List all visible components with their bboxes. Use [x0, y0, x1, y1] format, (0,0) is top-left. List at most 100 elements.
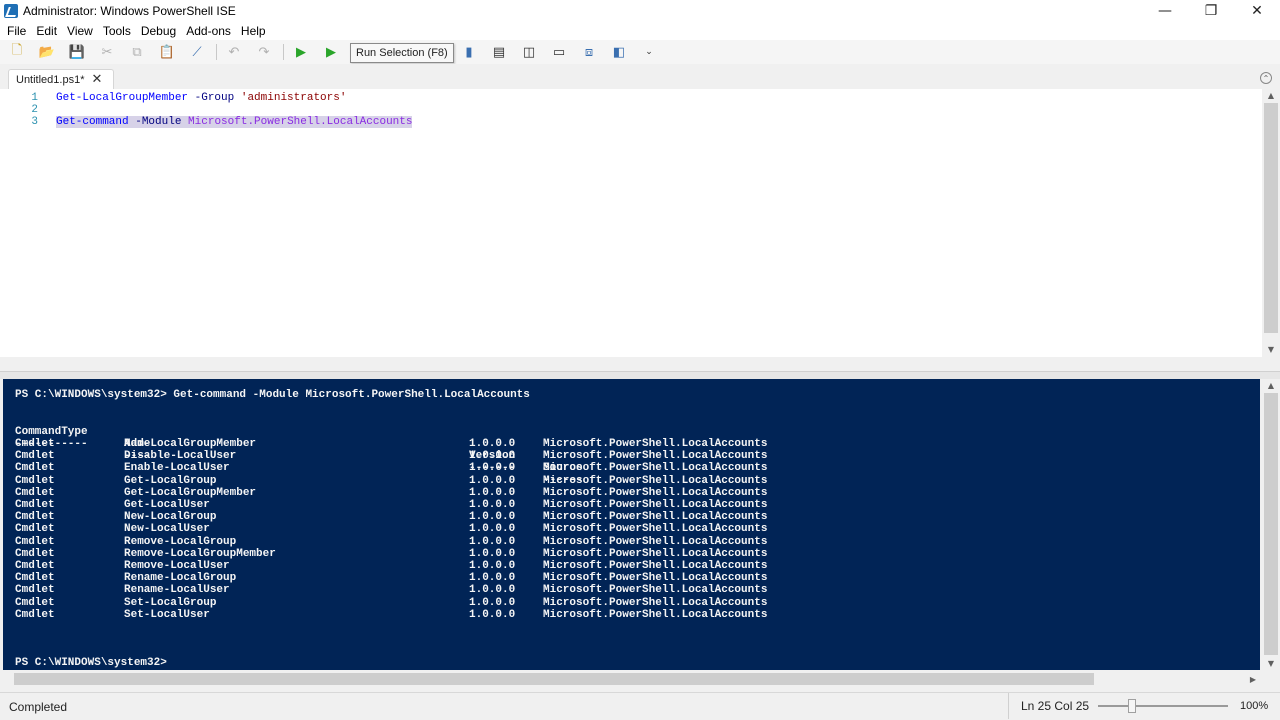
cell-source: Microsoft.PowerShell.LocalAccounts	[543, 486, 768, 499]
cell-name: Set-LocalGroup	[124, 596, 217, 609]
cell-source: Microsoft.PowerShell.LocalAccounts	[543, 584, 768, 597]
show-script-maximized-icon[interactable]: ▭	[548, 42, 570, 62]
menu-debug[interactable]: Debug	[136, 24, 181, 38]
copy-icon[interactable]: ⧉	[126, 42, 148, 62]
cell-name: New-LocalGroup	[124, 511, 217, 524]
pane-splitter[interactable]	[0, 371, 1280, 379]
console-command-line: PS C:\WINDOWS\system32> Get-command -Mod…	[15, 389, 530, 401]
cell-name: Rename-LocalUser	[124, 584, 230, 597]
code-parameter: -Module	[128, 116, 189, 128]
line-number: 2	[31, 104, 38, 116]
console-hscroll-thumb[interactable]	[14, 673, 1094, 685]
close-button[interactable]: ✕	[1234, 0, 1280, 22]
cell-name: Add-LocalGroupMember	[124, 438, 257, 450]
menu-tools[interactable]: Tools	[98, 24, 136, 38]
cell-type: Cmdlet	[15, 596, 55, 609]
cell-version: 1.0.0.0	[469, 560, 516, 572]
tab-close-icon[interactable]: ✕	[92, 72, 103, 87]
console-horizontal-scrollbar[interactable]: ▶	[0, 670, 1262, 688]
show-command-window-icon[interactable]: ⧈	[578, 42, 600, 62]
menu-addons[interactable]: Add-ons	[181, 24, 236, 38]
redo-icon[interactable]: ↷	[253, 42, 275, 62]
menu-file[interactable]: File	[2, 24, 31, 38]
line-number: 3	[31, 116, 38, 128]
show-script-right-icon[interactable]: ◫	[518, 42, 540, 62]
show-command-addon-icon[interactable]: ◧	[608, 42, 630, 62]
cell-name: Get-LocalUser	[124, 499, 210, 511]
paste-icon[interactable]: 📋	[156, 42, 178, 62]
powershell-app-icon	[4, 4, 18, 18]
run-script-icon[interactable]: ▶	[290, 42, 312, 62]
run-selection-tooltip: Run Selection (F8)	[350, 43, 454, 63]
cell-name: Disable-LocalUser	[124, 450, 237, 463]
tab-untitled1[interactable]: Untitled1.ps1* ✕	[8, 69, 114, 89]
toolbar-separator	[283, 44, 284, 60]
menu-help[interactable]: Help	[236, 24, 271, 38]
cell-version: 1.0.0.0	[469, 499, 516, 511]
collapse-script-pane-icon[interactable]: ⌃	[1260, 72, 1272, 84]
cursor-position: Ln 25 Col 25	[1008, 693, 1089, 719]
cut-icon[interactable]: ✂	[96, 42, 118, 62]
code-argument: Microsoft.PowerShell.LocalAccounts	[188, 116, 413, 128]
zoom-slider-track[interactable]	[1098, 705, 1228, 707]
menu-edit[interactable]: Edit	[31, 24, 62, 38]
clear-console-icon[interactable]: ⟋	[186, 42, 208, 62]
undo-icon[interactable]: ↶	[223, 42, 245, 62]
cell-source: Microsoft.PowerShell.LocalAccounts	[543, 523, 768, 536]
scroll-up-icon[interactable]: ▲	[1262, 379, 1280, 391]
editor-horizontal-scrollbar[interactable]	[0, 357, 1280, 371]
cell-source: Microsoft.PowerShell.LocalAccounts	[543, 547, 768, 560]
cell-source: Microsoft.PowerShell.LocalAccounts	[543, 596, 768, 609]
console-prompt[interactable]: PS C:\WINDOWS\system32>	[15, 657, 167, 669]
menu-view[interactable]: View	[62, 24, 98, 38]
window-controls: — ❐ ✕	[1142, 0, 1280, 22]
cell-version: 1.0.0.0	[469, 474, 516, 487]
cell-version: 1.0.0.0	[469, 511, 516, 524]
script-editor[interactable]: 1 Get-LocalGroupMember -Group 'administr…	[0, 89, 1262, 357]
cell-type: Cmdlet	[15, 499, 55, 511]
cell-version: 1.0.0.0	[469, 572, 516, 585]
cell-version: 1.0.0.0	[469, 608, 516, 621]
cell-source: Microsoft.PowerShell.LocalAccounts	[543, 474, 768, 487]
cell-type: Cmdlet	[15, 584, 55, 597]
scroll-down-icon[interactable]: ▼	[1262, 343, 1280, 355]
open-file-icon[interactable]: 📂	[36, 42, 58, 62]
zoom-slider-handle[interactable]	[1128, 699, 1136, 713]
console-pane[interactable]: PS C:\WINDOWS\system32> Get-command -Mod…	[3, 379, 1260, 670]
tab-label: Untitled1.ps1*	[16, 73, 85, 86]
status-text: Completed	[9, 700, 68, 714]
code-parameter: -Group	[188, 92, 241, 104]
cell-type: Cmdlet	[15, 535, 55, 548]
new-file-icon[interactable]: 🗋	[6, 42, 28, 62]
show-script-top-icon[interactable]: ▤	[488, 42, 510, 62]
toolbar-separator	[216, 44, 217, 60]
zoom-level: 100%	[1240, 700, 1269, 712]
minimize-button[interactable]: —	[1142, 0, 1188, 22]
cell-type: Cmdlet	[15, 486, 55, 499]
cell-version: 1.0.0.0	[469, 486, 516, 499]
cell-type: Cmdlet	[15, 450, 55, 463]
editor-line: 2	[0, 104, 56, 116]
run-selection-icon[interactable]: ▶	[320, 42, 342, 62]
editor-vertical-scrollbar[interactable]: ▲ ▼	[1262, 89, 1280, 357]
scroll-down-icon[interactable]: ▼	[1262, 657, 1280, 669]
console-vertical-scrollbar[interactable]: ▲ ▼	[1262, 379, 1280, 670]
scroll-up-icon[interactable]: ▲	[1262, 89, 1280, 101]
remote-powershell-icon[interactable]: ▮	[458, 42, 480, 62]
console-scroll-thumb[interactable]	[1264, 393, 1278, 655]
save-icon[interactable]: 💾	[66, 42, 88, 62]
code-cmdlet: Get-LocalGroupMember	[56, 92, 189, 104]
code-string: 'administrators'	[240, 92, 347, 104]
editor-scroll-thumb[interactable]	[1264, 103, 1278, 333]
console-header-row: CommandType Name Version Source	[15, 414, 583, 474]
code-text: Get-LocalGroupMember -Group 'administrat…	[56, 92, 346, 104]
cell-type: Cmdlet	[15, 572, 55, 585]
cell-name: Remove-LocalGroupMember	[124, 547, 276, 560]
cell-source: Microsoft.PowerShell.LocalAccounts	[543, 572, 768, 585]
cell-version: 1.0.0.0	[469, 535, 516, 548]
status-bar: Completed Ln 25 Col 25 100%	[0, 692, 1280, 720]
cell-type: Cmdlet	[15, 547, 55, 560]
scroll-right-icon[interactable]: ▶	[1244, 673, 1262, 685]
restore-button[interactable]: ❐	[1188, 0, 1234, 22]
toolbar-overflow-icon[interactable]: ⌄	[638, 42, 660, 62]
